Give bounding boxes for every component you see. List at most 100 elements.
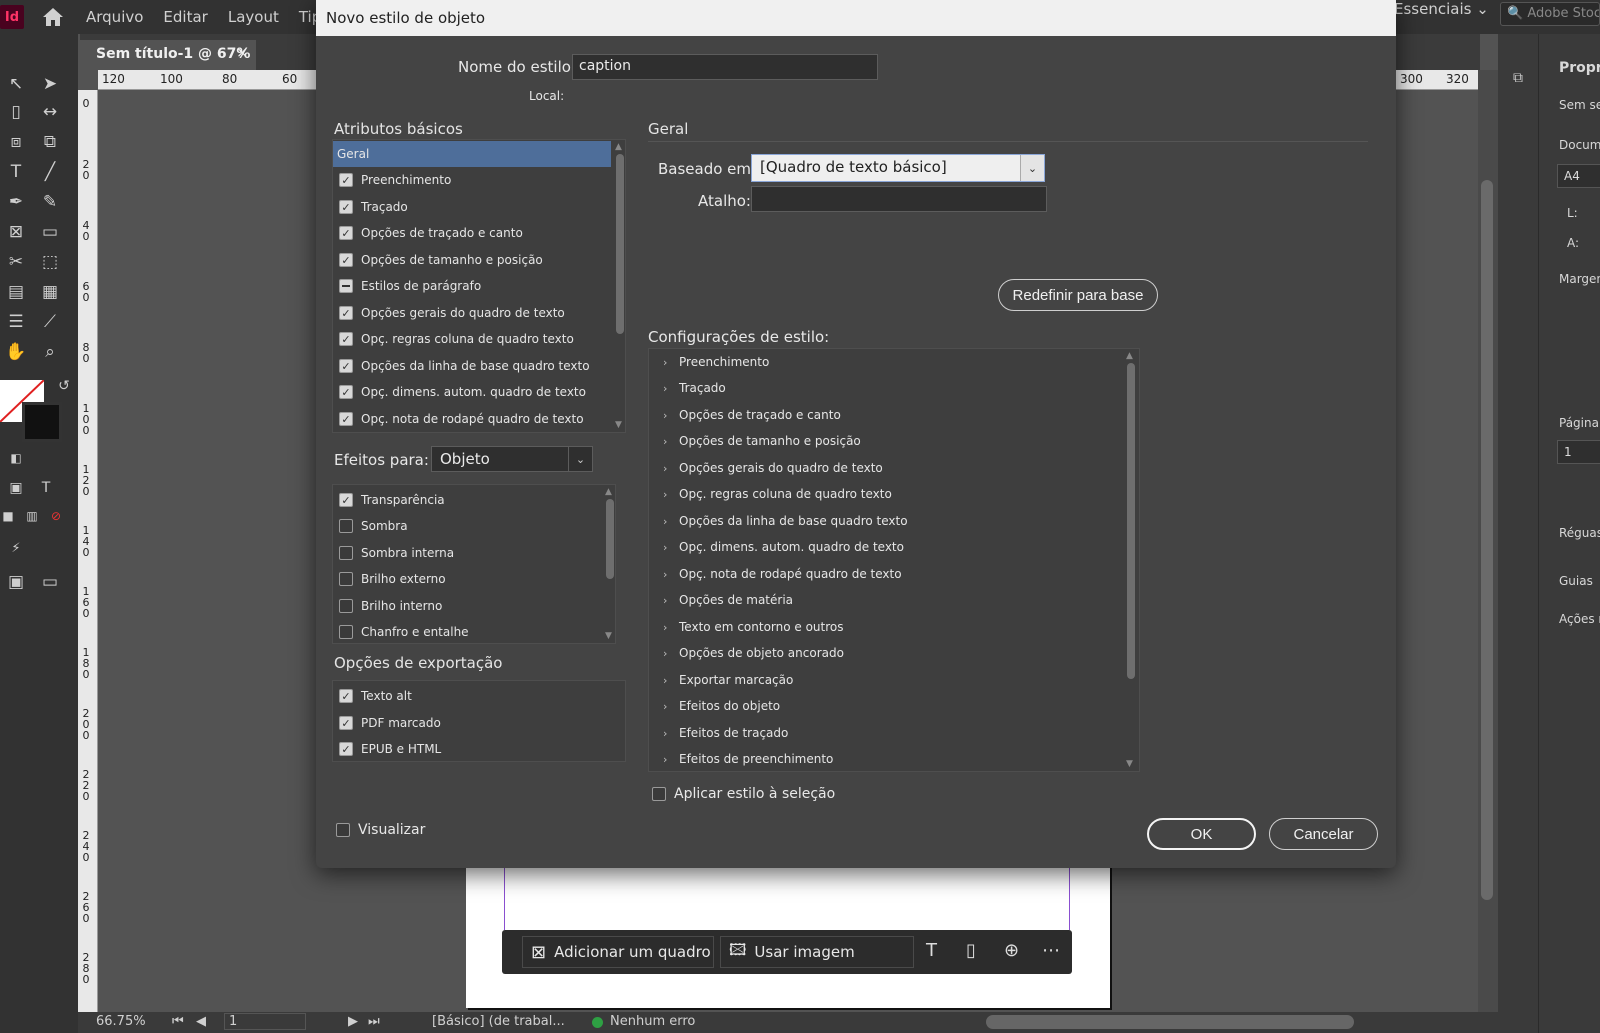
settings-tree-item[interactable]: › Exportar marcação [663, 667, 793, 693]
attr-row[interactable]: ✓ Opções da linha de base quadro texto [337, 353, 590, 379]
type-tool-icon[interactable]: T [2, 158, 30, 186]
content-placer-icon[interactable]: ⧉ [36, 128, 64, 156]
scroll-up-icon[interactable]: ▲ [615, 142, 622, 152]
first-page-icon[interactable]: ⏮ [172, 1014, 184, 1029]
zoom-tool-icon[interactable]: ⌕ [36, 338, 64, 366]
settings-tree-item[interactable]: › Opç. nota de rodapé quadro de texto [663, 561, 902, 587]
checkbox[interactable] [339, 519, 353, 533]
free-transform-tool-icon[interactable]: ⬚ [36, 248, 64, 276]
settings-tree-item[interactable]: › Opções gerais do quadro de texto [663, 455, 883, 481]
settings-tree-item[interactable]: › Opç. dimens. autom. quadro de texto [663, 534, 904, 560]
settings-tree-item[interactable]: › Opções de matéria [663, 587, 793, 613]
default-colors-icon[interactable]: ◧ [2, 444, 30, 472]
close-icon[interactable]: × [236, 45, 248, 61]
more-options-icon[interactable]: ⋯ [1042, 940, 1060, 961]
settings-tree-item[interactable]: › Efeitos de preenchimento [663, 746, 833, 772]
use-image-button[interactable]: 🖾 Usar imagem [720, 936, 914, 968]
scroll-down-icon[interactable]: ▼ [605, 631, 612, 641]
preview-checkbox-row[interactable]: Visualizar [334, 822, 425, 838]
apply-to-selection-row[interactable]: Aplicar estilo à seleção [650, 786, 835, 802]
settings-tree-item[interactable]: › Efeitos de traçado [663, 720, 788, 746]
effect-row[interactable]: Sombra [337, 513, 408, 539]
checkbox[interactable] [339, 546, 353, 560]
next-page-icon[interactable]: ▶ [348, 1014, 358, 1029]
direct-selection-tool-icon[interactable]: ➤ [36, 70, 64, 98]
list-scroll-thumb[interactable] [616, 154, 624, 334]
attr-row[interactable]: ✓ Opç. nota de rodapé quadro de texto [337, 406, 584, 432]
page-tool-icon[interactable]: ▯ [2, 98, 30, 126]
selection-tool-icon[interactable]: ↖ [2, 70, 30, 98]
attr-row[interactable]: ✓ Opções gerais do quadro de texto [337, 300, 565, 326]
base-style-status[interactable]: [Básico] (de trabal... [432, 1014, 565, 1029]
pen-tool-icon[interactable]: ✒ [2, 188, 30, 216]
reset-to-base-button[interactable]: Redefinir para base [998, 279, 1158, 311]
export-row[interactable]: ✓ PDF marcado [337, 710, 441, 736]
attr-row[interactable]: ✓ Opções de tamanho e posição [337, 247, 543, 273]
last-page-icon[interactable]: ⏭ [368, 1014, 380, 1029]
checkbox[interactable]: ✓ [339, 253, 353, 267]
export-row[interactable]: ✓ Texto alt [337, 683, 412, 709]
selected-frame[interactable] [504, 866, 1070, 930]
menu-arquivo[interactable]: Arquivo [86, 8, 143, 26]
scroll-up-icon[interactable]: ▲ [1126, 351, 1133, 361]
swap-colors-icon[interactable]: ↺ [50, 372, 78, 400]
add-page-icon[interactable]: ⊕ [1004, 940, 1019, 961]
scroll-up-icon[interactable]: ▲ [605, 487, 612, 497]
quick-apply-icon[interactable]: ⚡ [2, 534, 30, 562]
based-on-select[interactable]: [Quadro de texto básico] ⌄ [751, 154, 1045, 182]
pencil-tool-icon[interactable]: ✎ [36, 188, 64, 216]
tree-scroll-thumb[interactable] [1127, 363, 1135, 679]
adobe-stock-search[interactable]: 🔍 Adobe Stock [1500, 2, 1600, 26]
attr-row[interactable]: ✓ Opç. dimens. autom. quadro de texto [337, 379, 586, 405]
settings-tree-item[interactable]: › Opções de tamanho e posição [663, 428, 861, 454]
text-frame-icon[interactable]: T [926, 940, 937, 961]
scissors-tool-icon[interactable]: ✂ [2, 248, 30, 276]
page-preset-select[interactable]: A4 [1557, 164, 1600, 188]
normal-mode-icon[interactable]: ▣ [2, 568, 30, 596]
settings-tree-item[interactable]: › Texto em contorno e outros [663, 614, 844, 640]
effect-row[interactable]: Brilho externo [337, 566, 446, 592]
checkbox[interactable] [339, 625, 353, 639]
checkbox[interactable]: ✓ [339, 689, 353, 703]
stroke-swatch-icon[interactable] [22, 402, 62, 442]
menu-editar[interactable]: Editar [163, 8, 207, 26]
attr-row-geral[interactable]: Geral [333, 141, 611, 167]
scroll-down-icon[interactable]: ▼ [1126, 759, 1133, 769]
settings-tree-item[interactable]: › Efeitos do objeto [663, 693, 780, 719]
checkbox[interactable] [339, 279, 353, 293]
line-tool-icon[interactable]: ╱ [36, 158, 64, 186]
effect-row[interactable]: ✓ Transparência [337, 487, 445, 513]
formatting-container-icon[interactable]: ▣ [2, 474, 30, 502]
checkbox[interactable]: ✓ [339, 200, 353, 214]
checkbox[interactable]: ✓ [339, 306, 353, 320]
shortcut-input[interactable] [751, 186, 1047, 212]
settings-tree-item[interactable]: › Opç. regras coluna de quadro texto [663, 481, 892, 507]
eyedropper-tool-icon[interactable]: ⟋ [36, 308, 64, 336]
cancel-button[interactable]: Cancelar [1269, 818, 1378, 850]
settings-tree-item[interactable]: › Traçado [663, 375, 726, 401]
horizontal-scroll-thumb[interactable] [986, 1015, 1354, 1029]
workspace-switcher[interactable]: Essenciais ⌄ [1394, 0, 1489, 18]
checkbox[interactable]: ✓ [339, 412, 353, 426]
export-row[interactable]: ✓ EPUB e HTML [337, 736, 441, 762]
effect-row[interactable]: Brilho interno [337, 593, 442, 619]
style-name-input[interactable]: caption [572, 54, 878, 80]
document-tab[interactable]: Sem título-1 @ 67% × [80, 40, 256, 70]
attr-row[interactable]: ✓ Traçado [337, 194, 408, 220]
apply-none-icon[interactable]: ⊘ [42, 502, 70, 530]
formatting-text-icon[interactable]: T [32, 474, 60, 502]
checkbox[interactable]: ✓ [339, 493, 353, 507]
effects-for-select[interactable]: Objeto ⌄ [431, 446, 593, 472]
checkbox[interactable]: ✓ [339, 742, 353, 756]
note-tool-icon[interactable]: ☰ [2, 308, 30, 336]
list-scroll-thumb[interactable] [606, 499, 614, 579]
attr-row[interactable]: ✓ Preenchimento [337, 167, 451, 193]
checkbox[interactable]: ✓ [339, 332, 353, 346]
screen-mode-icon[interactable]: ▭ [36, 568, 64, 596]
gap-tool-icon[interactable]: ↔ [36, 98, 64, 126]
settings-tree-item[interactable]: › Opções de objeto ancorado [663, 640, 844, 666]
content-collector-icon[interactable]: ⧈ [2, 128, 30, 156]
previous-page-icon[interactable]: ◀ [196, 1014, 206, 1029]
menu-layout[interactable]: Layout [228, 8, 279, 26]
gradient-feather-tool-icon[interactable]: ▦ [36, 278, 64, 306]
